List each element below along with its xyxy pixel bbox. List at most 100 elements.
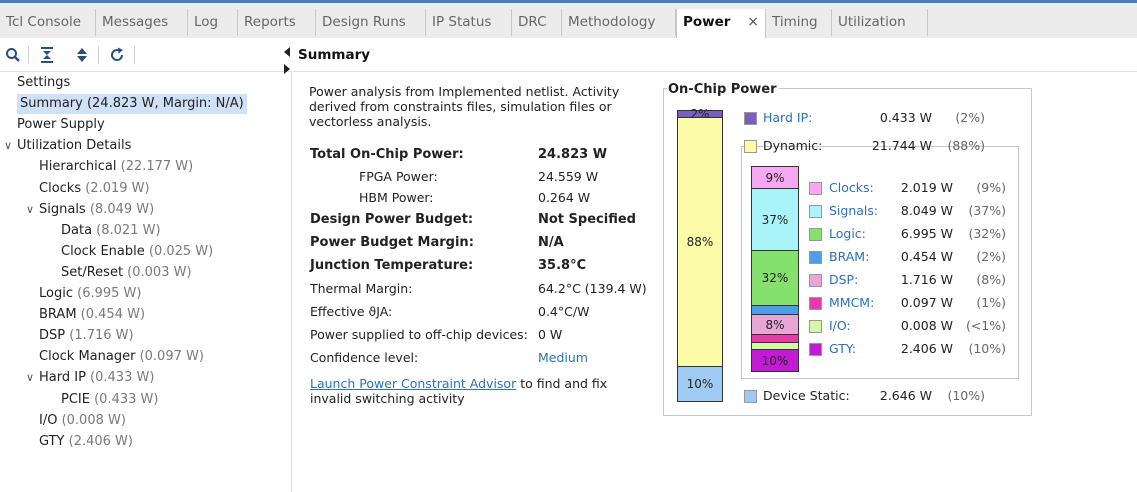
legend-value: 2.646 W xyxy=(879,388,932,403)
tree-item-label: Settings xyxy=(17,75,71,90)
summary-value: 0.264 W xyxy=(538,190,591,205)
tab-label: Log xyxy=(194,14,219,30)
tree-item[interactable]: DSP (1.716 W) xyxy=(39,326,134,346)
tree-item[interactable]: BRAM (0.454 W) xyxy=(39,305,145,325)
summary-label: Design Power Budget: xyxy=(310,212,474,227)
tree-item-value: (0.454 W) xyxy=(76,307,146,323)
tree-item-label: DSP xyxy=(39,328,66,344)
launch-advisor-link[interactable]: Launch Power Constraint Advisor xyxy=(310,376,516,391)
legend-swatch xyxy=(809,228,822,241)
tab-drc[interactable]: DRC xyxy=(512,9,562,36)
expand-right-icon[interactable] xyxy=(284,64,290,74)
legend-percent: (32%) xyxy=(968,226,1006,241)
tab-reports[interactable]: Reports xyxy=(238,9,316,36)
legend-percent: (37%) xyxy=(968,203,1006,218)
tree-item[interactable]: Utilization Details xyxy=(17,136,131,156)
legend-value: 0.454 W xyxy=(900,249,953,264)
legend-name[interactable]: I/O: xyxy=(829,318,851,333)
chevron-down-icon[interactable]: ∨ xyxy=(26,371,34,384)
bar-segment: 88% xyxy=(678,117,722,366)
tree-item[interactable]: Summary (24.823 W, Margin: N/A) xyxy=(17,94,247,115)
summary-value: 35.8°C xyxy=(538,258,587,273)
tree-item-value: (0.433 W) xyxy=(85,370,155,386)
tree-item[interactable]: Clocks (2.019 W) xyxy=(39,179,150,199)
legend-value: 1.716 W xyxy=(900,272,953,287)
tree-item[interactable]: Set/Reset (0.003 W) xyxy=(61,263,192,283)
legend-percent: (10%) xyxy=(968,341,1006,356)
legend-swatch xyxy=(809,274,822,287)
tree-item[interactable]: Hard IP (0.433 W) xyxy=(39,368,154,388)
legend-percent: (2%) xyxy=(955,110,985,125)
tree-toolbar xyxy=(0,38,292,72)
summary-label: Effective ϑJA: xyxy=(310,304,393,319)
tab-utilization[interactable]: Utilization xyxy=(832,9,928,36)
tab-methodology[interactable]: Methodology xyxy=(562,9,676,36)
legend-name[interactable]: BRAM: xyxy=(829,249,869,264)
tree-item-value: (2.406 W) xyxy=(64,433,133,449)
collapse-left-icon[interactable] xyxy=(284,47,290,57)
tree-item[interactable]: GTY (2.406 W) xyxy=(39,432,133,452)
tab-label: Tcl Console xyxy=(6,14,82,30)
legend-value: 6.995 W xyxy=(900,226,953,241)
tab-log[interactable]: Log xyxy=(188,9,238,36)
tab-timing[interactable]: Timing xyxy=(766,9,832,36)
tree-item-label: PCIE xyxy=(61,391,90,407)
legend-name[interactable]: Signals: xyxy=(829,203,878,218)
legend-percent: (9%) xyxy=(976,180,1006,195)
tree-item-label: GTY xyxy=(39,433,65,449)
tree-item[interactable]: Signals (8.049 W) xyxy=(39,200,154,220)
tree-item[interactable]: Logic (6.995 W) xyxy=(39,284,141,304)
confidence-level-link[interactable]: Medium xyxy=(538,350,588,365)
bar-segment xyxy=(752,334,798,342)
tree-item[interactable]: Data (8.021 W) xyxy=(61,221,161,241)
search-icon[interactable] xyxy=(4,46,22,64)
tree-item-label: Utilization Details xyxy=(17,138,132,154)
tab-messages[interactable]: Messages xyxy=(96,9,188,36)
tree-item[interactable]: Clock Manager (0.097 W) xyxy=(39,347,204,367)
legend-percent: (8%) xyxy=(976,272,1006,287)
legend-value: 2.019 W xyxy=(900,180,953,195)
tree-item[interactable]: Hierarchical (22.177 W) xyxy=(39,157,193,177)
total-power-bar: 2% 88% 10% xyxy=(677,108,723,402)
legend-name[interactable]: Logic: xyxy=(829,226,866,241)
summary-value: N/A xyxy=(538,235,564,250)
summary-header: Summary xyxy=(293,38,1137,72)
tree-item-label: Hierarchical xyxy=(39,159,117,175)
tree-item[interactable]: Clock Enable (0.025 W) xyxy=(61,242,213,262)
bar-segment: 10% xyxy=(678,366,722,401)
tab-design-runs[interactable]: Design Runs xyxy=(316,9,426,36)
legend-name[interactable]: Clocks: xyxy=(829,180,874,195)
tree-item[interactable]: Power Supply xyxy=(17,115,105,135)
tab-label: Reports xyxy=(244,14,296,30)
tab-label: Design Runs xyxy=(322,14,406,30)
tab-label: Timing xyxy=(772,14,818,30)
summary-value: 64.2°C (139.4 W) xyxy=(538,281,647,296)
tree-item-label: Clock Enable xyxy=(61,243,145,259)
tab-power[interactable]: Power × xyxy=(676,9,766,38)
legend-swatch xyxy=(809,182,822,195)
collapse-all-icon[interactable] xyxy=(38,46,56,64)
legend-swatch xyxy=(809,251,822,264)
refresh-icon[interactable] xyxy=(108,46,126,64)
chevron-down-icon[interactable]: ∨ xyxy=(4,139,12,152)
close-icon[interactable]: × xyxy=(747,9,759,35)
tree-item[interactable]: I/O (0.008 W) xyxy=(39,411,126,431)
tree-item[interactable]: PCIE (0.433 W) xyxy=(61,390,158,410)
expand-all-icon[interactable] xyxy=(73,46,91,64)
tab-label: Power xyxy=(683,14,731,30)
bar-segment: 32% xyxy=(752,250,798,305)
tree-item-label: Clock Manager xyxy=(39,349,136,365)
tree-item[interactable]: Settings xyxy=(17,73,70,93)
legend-name[interactable]: DSP: xyxy=(829,272,858,287)
tree-item-value: (22.177 W) xyxy=(116,159,194,175)
legend-name[interactable]: Hard IP: xyxy=(763,110,812,125)
tab-tcl-console[interactable]: Tcl Console xyxy=(0,9,96,36)
legend-name[interactable]: GTY: xyxy=(829,341,856,356)
legend-value: 8.049 W xyxy=(900,203,953,218)
legend-value: 2.406 W xyxy=(900,341,953,356)
legend-swatch xyxy=(809,320,822,333)
chevron-down-icon[interactable]: ∨ xyxy=(26,203,34,216)
tree-item-value: (0.003 W) xyxy=(123,264,192,280)
legend-name[interactable]: MMCM: xyxy=(829,295,874,310)
tab-ip-status[interactable]: IP Status xyxy=(426,9,512,36)
